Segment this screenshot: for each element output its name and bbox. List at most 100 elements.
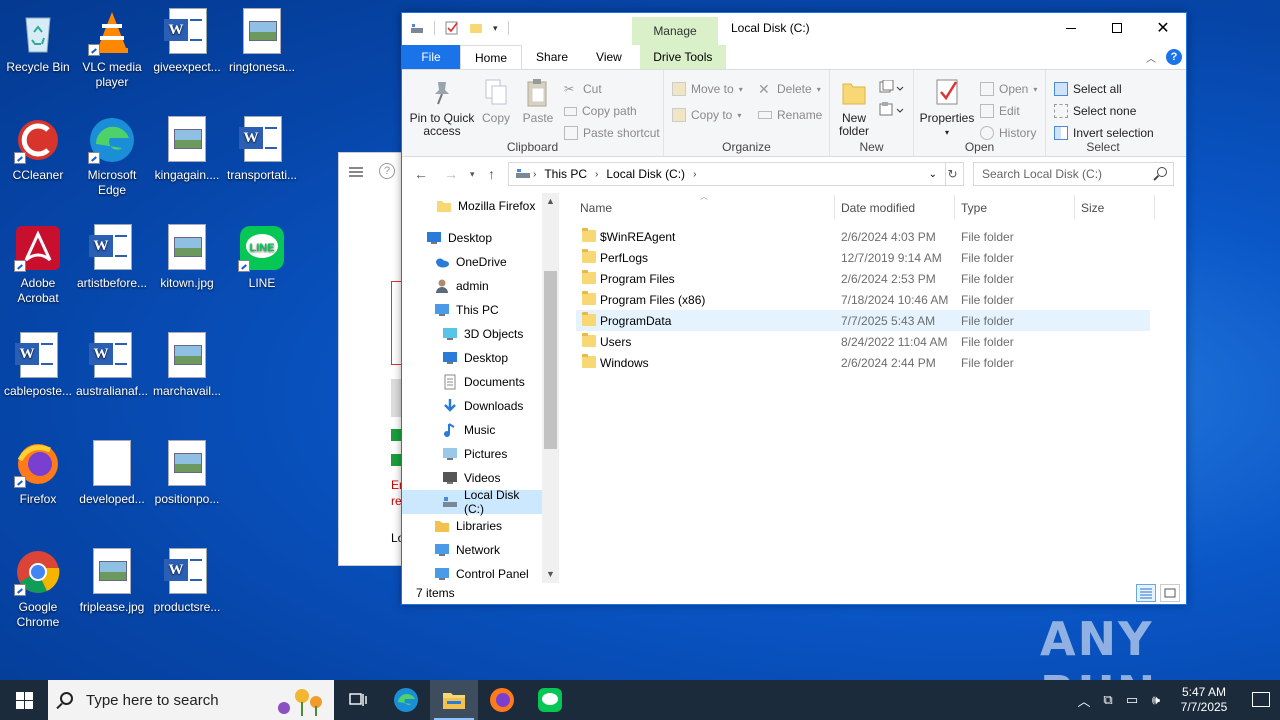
new-folder-small-icon[interactable]: [469, 21, 483, 35]
task-view-button[interactable]: [334, 680, 382, 720]
properties-button[interactable]: Properties ▾: [918, 78, 976, 139]
details-view-button[interactable]: [1136, 584, 1156, 602]
nav-item-onedrive[interactable]: OneDrive: [402, 250, 542, 274]
nav-item-3d-objects[interactable]: 3D Objects: [402, 322, 542, 346]
column-size[interactable]: Size: [1081, 201, 1104, 215]
desktop-icon-adobe-acrobat[interactable]: Adobe Acrobat: [0, 224, 76, 306]
search-icon[interactable]: [1157, 167, 1167, 177]
copy-path-button[interactable]: Copy path: [564, 104, 637, 118]
nav-item-mozilla-firefox[interactable]: Mozilla Firefox: [402, 194, 542, 218]
tab-drive-tools[interactable]: Drive Tools: [639, 45, 726, 69]
show-hidden-icons-icon[interactable]: ︿: [1072, 691, 1096, 710]
nav-item-libraries[interactable]: Libraries: [402, 514, 542, 538]
copy-button[interactable]: Copy: [476, 78, 516, 125]
address-bar[interactable]: › This PC › Local Disk (C:) › ⌄: [508, 162, 946, 186]
edit-button[interactable]: Edit: [980, 104, 1020, 118]
large-icons-view-button[interactable]: [1160, 584, 1180, 602]
desktop-icon-positionpo[interactable]: positionpo...: [149, 440, 225, 507]
copy-to-button[interactable]: Copy to ▾: [672, 108, 741, 122]
cut-button[interactable]: ✂ Cut: [564, 82, 602, 96]
properties-small-icon[interactable]: [445, 21, 459, 35]
breadcrumb-separator[interactable]: ›: [691, 169, 698, 180]
search-input[interactable]: [974, 163, 1144, 185]
select-all-button[interactable]: Select all: [1054, 82, 1122, 96]
file-row[interactable]: Program Files 2/6/2024 2:53 PM File folder: [576, 268, 1150, 289]
nav-item-documents[interactable]: Documents: [402, 370, 542, 394]
nav-item-desktop[interactable]: Desktop: [402, 346, 542, 370]
clock[interactable]: 5:47 AM 7/7/2025: [1168, 685, 1240, 715]
start-button[interactable]: [0, 680, 48, 720]
nav-item-downloads[interactable]: Downloads: [402, 394, 542, 418]
background-dialog[interactable]: ? Er re Lo: [338, 152, 411, 566]
desktop-icon-giveexpect[interactable]: Wgiveexpect...: [149, 8, 225, 75]
new-item-icon[interactable]: [878, 80, 904, 96]
column-divider[interactable]: [1154, 195, 1155, 219]
column-date-modified[interactable]: Date modified: [841, 201, 915, 215]
file-list[interactable]: ︿ Name Date modified Type Size $WinREAge…: [572, 192, 1182, 583]
nav-item-admin[interactable]: admin: [402, 274, 542, 298]
nav-item-videos[interactable]: Videos: [402, 466, 542, 490]
desktop-icon-recycle-bin[interactable]: Recycle Bin: [0, 8, 76, 75]
search-box[interactable]: [973, 162, 1174, 186]
nav-item-music[interactable]: Music: [402, 418, 542, 442]
desktop-icon-ringtonesa[interactable]: ringtonesa...: [224, 8, 300, 75]
nav-item-this-pc[interactable]: This PC: [402, 298, 542, 322]
back-button[interactable]: ←: [414, 166, 428, 182]
column-divider[interactable]: [954, 195, 955, 219]
history-button[interactable]: History: [980, 126, 1036, 140]
recent-locations-button[interactable]: ▾: [470, 169, 475, 180]
scroll-up-icon[interactable]: ▲: [542, 193, 559, 210]
pin-quick-access-button[interactable]: Pin to Quick access: [408, 78, 476, 138]
customize-qat-icon[interactable]: ▾: [493, 23, 498, 34]
column-divider[interactable]: [1074, 195, 1075, 219]
desktop-icon-kingagain[interactable]: kingagain....: [149, 116, 225, 183]
file-explorer-window[interactable]: ▾ Manage Local Disk (C:) ✕ File Home Sha…: [401, 12, 1187, 605]
refresh-button[interactable]: ↻: [942, 162, 964, 186]
desktop-icon-vlc-media-player[interactable]: VLC media player: [74, 8, 150, 90]
breadcrumb-local-disk[interactable]: Local Disk (C:): [600, 167, 691, 181]
taskbar-edge[interactable]: [382, 680, 430, 720]
desktop-icon-productsre[interactable]: Wproductsre...: [149, 548, 225, 615]
desktop-icon-transportati[interactable]: Wtransportati...: [224, 116, 300, 183]
taskbar-file-explorer[interactable]: [430, 680, 478, 720]
paste-shortcut-button[interactable]: Paste shortcut: [564, 126, 660, 140]
desktop-icon-kitown-jpg[interactable]: kitown.jpg: [149, 224, 225, 291]
minimize-button[interactable]: [1048, 13, 1094, 43]
help-icon[interactable]: ?: [1166, 49, 1182, 65]
select-none-button[interactable]: Select none: [1054, 104, 1136, 118]
nav-scrollbar[interactable]: ▲ ▼: [542, 193, 559, 583]
nav-item-network[interactable]: Network: [402, 538, 542, 562]
rename-button[interactable]: Rename: [758, 108, 822, 122]
column-name[interactable]: Name: [580, 201, 612, 215]
scroll-thumb[interactable]: [544, 271, 557, 449]
taskbar-search[interactable]: [48, 680, 334, 720]
forward-button[interactable]: →: [444, 166, 458, 182]
menu-icon[interactable]: [349, 167, 363, 177]
drive-small-icon[interactable]: [410, 21, 424, 35]
move-to-button[interactable]: Move to ▾: [672, 82, 743, 96]
desktop-icon-artistbefore[interactable]: Wartistbefore...: [74, 224, 150, 291]
volume-icon[interactable]: 🕪: [1144, 692, 1168, 708]
desktop-icon-google-chrome[interactable]: Google Chrome: [0, 548, 76, 630]
file-row[interactable]: $WinREAgent 2/6/2024 4:03 PM File folder: [576, 226, 1150, 247]
file-row[interactable]: Users 8/24/2022 11:04 AM File folder: [576, 331, 1150, 352]
tab-file[interactable]: File: [402, 45, 460, 69]
nav-item-local-disk-c[interactable]: Local Disk (C:): [402, 488, 542, 516]
file-row[interactable]: ProgramData 7/7/2025 5:43 AM File folder: [576, 310, 1150, 331]
tab-share[interactable]: Share: [522, 45, 582, 69]
up-button[interactable]: ↑: [488, 166, 495, 182]
taskbar-line[interactable]: [526, 680, 574, 720]
nav-item-control-panel[interactable]: Control Panel: [402, 562, 542, 583]
taskbar-search-input[interactable]: [86, 691, 286, 709]
breadcrumb-separator[interactable]: ›: [593, 169, 600, 180]
tab-view[interactable]: View: [582, 45, 636, 69]
navigation-pane[interactable]: Mozilla Firefox Desktop OneDrive admin This …: [402, 193, 560, 583]
tab-home[interactable]: Home: [460, 45, 523, 69]
desktop-icon-firefox[interactable]: Firefox: [0, 440, 76, 507]
taskbar-firefox[interactable]: [478, 680, 526, 720]
invert-selection-button[interactable]: Invert selection: [1054, 126, 1154, 140]
desktop-icon-marchavail[interactable]: marchavail...: [149, 332, 225, 399]
desktop-icon-friplease-jpg[interactable]: friplease.jpg: [74, 548, 150, 615]
scroll-down-icon[interactable]: ▼: [542, 566, 559, 583]
nav-item-pictures[interactable]: Pictures: [402, 442, 542, 466]
